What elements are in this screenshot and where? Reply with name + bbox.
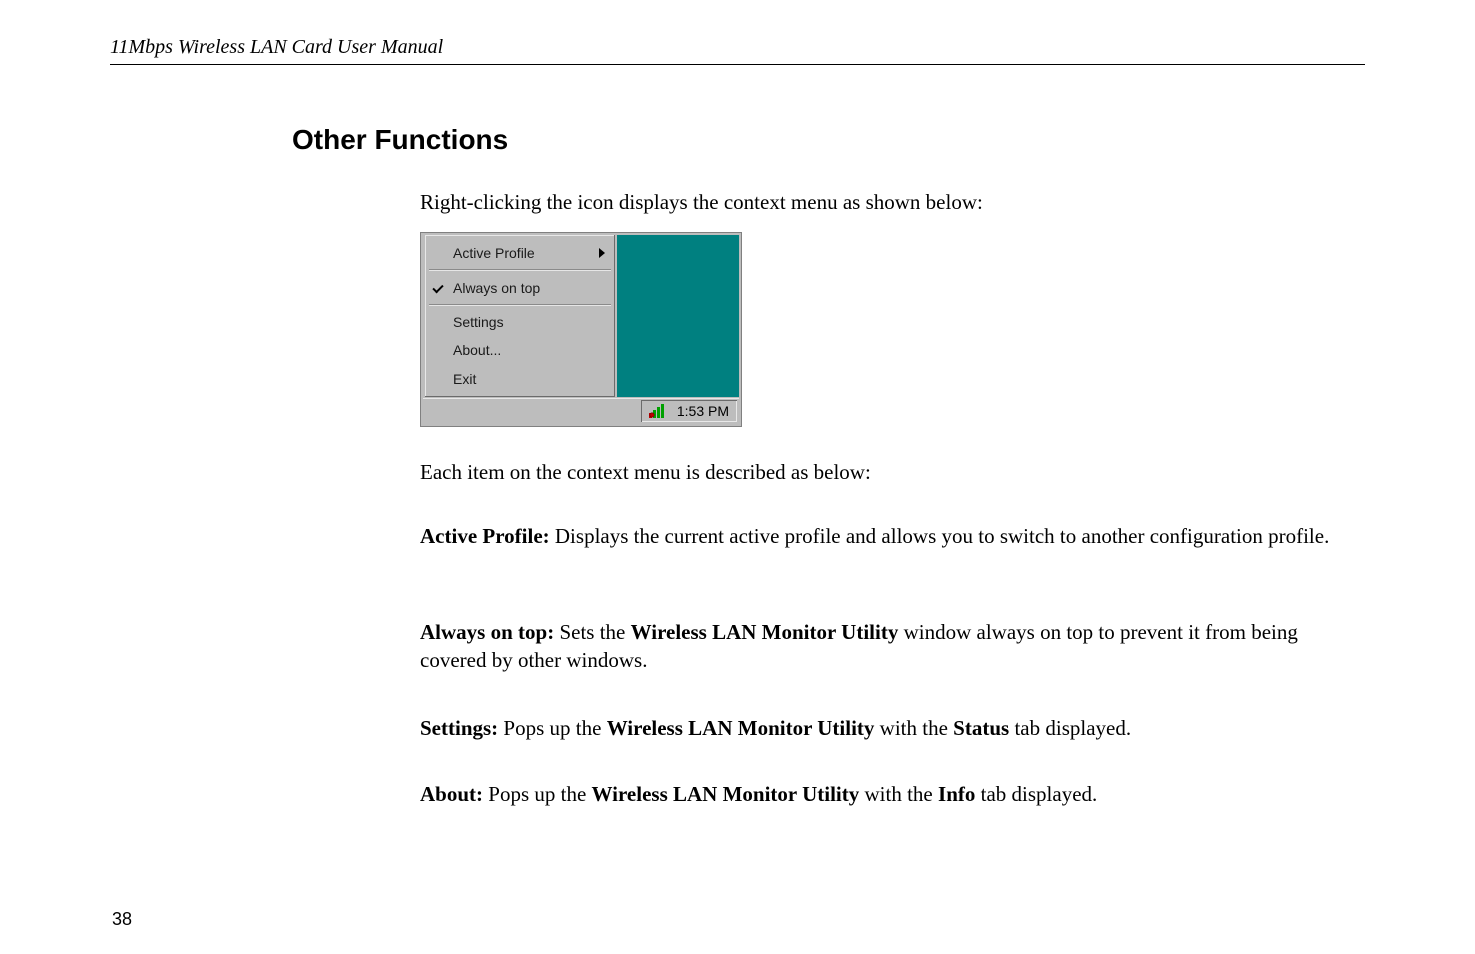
context-menu: Active Profile Always on top Settings Ab… (425, 235, 615, 397)
menu-separator (429, 269, 611, 271)
menu-item-settings[interactable]: Settings (425, 308, 615, 336)
taskbar: 1:53 PM (423, 398, 739, 424)
bold-1: Wireless LAN Monitor Utility (631, 620, 899, 644)
page-number: 38 (112, 909, 132, 930)
bold-2: Info (938, 782, 975, 806)
text-mid: with the (859, 782, 938, 806)
menu-item-label: Settings (453, 314, 504, 330)
checkmark-icon (432, 282, 443, 293)
text-mid: with the (874, 716, 953, 740)
menu-item-label: Exit (453, 371, 476, 387)
text-pre: Sets the (554, 620, 630, 644)
wlan-tray-icon[interactable] (649, 404, 669, 418)
system-tray: 1:53 PM (641, 400, 737, 422)
text-pre: Pops up the (483, 782, 592, 806)
text-post: tab displayed. (1009, 716, 1131, 740)
text-pre: Pops up the (498, 716, 607, 740)
context-menu-screenshot: Active Profile Always on top Settings Ab… (420, 232, 742, 427)
term-label: Active Profile: (420, 524, 550, 548)
term-text: Displays the current active profile and … (550, 524, 1330, 548)
para-about: About: Pops up the Wireless LAN Monitor … (420, 780, 1365, 808)
menu-item-active-profile[interactable]: Active Profile (425, 239, 615, 267)
para-active-profile: Active Profile: Displays the current act… (420, 522, 1365, 550)
menu-item-label: Active Profile (453, 245, 535, 261)
term-label: Always on top: (420, 620, 554, 644)
figure-background-panel (617, 235, 739, 397)
para-always-on-top: Always on top: Sets the Wireless LAN Mon… (420, 618, 1365, 675)
menu-item-always-on-top[interactable]: Always on top (425, 273, 615, 301)
bold-2: Status (953, 716, 1009, 740)
section-heading: Other Functions (292, 124, 508, 156)
menu-separator (429, 304, 611, 306)
bold-1: Wireless LAN Monitor Utility (607, 716, 875, 740)
intro-text: Right-clicking the icon displays the con… (420, 188, 1365, 216)
running-head: 11Mbps Wireless LAN Card User Manual (110, 36, 1365, 59)
description-text: Each item on the context menu is describ… (420, 458, 1365, 486)
bold-1: Wireless LAN Monitor Utility (592, 782, 860, 806)
term-label: Settings: (420, 716, 498, 740)
menu-item-exit[interactable]: Exit (425, 365, 615, 393)
tray-clock: 1:53 PM (677, 403, 729, 419)
submenu-arrow-icon (599, 248, 605, 258)
menu-item-about[interactable]: About... (425, 336, 615, 364)
text-post: tab displayed. (975, 782, 1097, 806)
menu-item-label: About... (453, 342, 501, 358)
page: 11Mbps Wireless LAN Card User Manual Oth… (0, 0, 1475, 954)
para-settings: Settings: Pops up the Wireless LAN Monit… (420, 714, 1365, 742)
menu-item-label: Always on top (453, 280, 540, 296)
term-label: About: (420, 782, 483, 806)
running-head-rule (110, 64, 1365, 65)
